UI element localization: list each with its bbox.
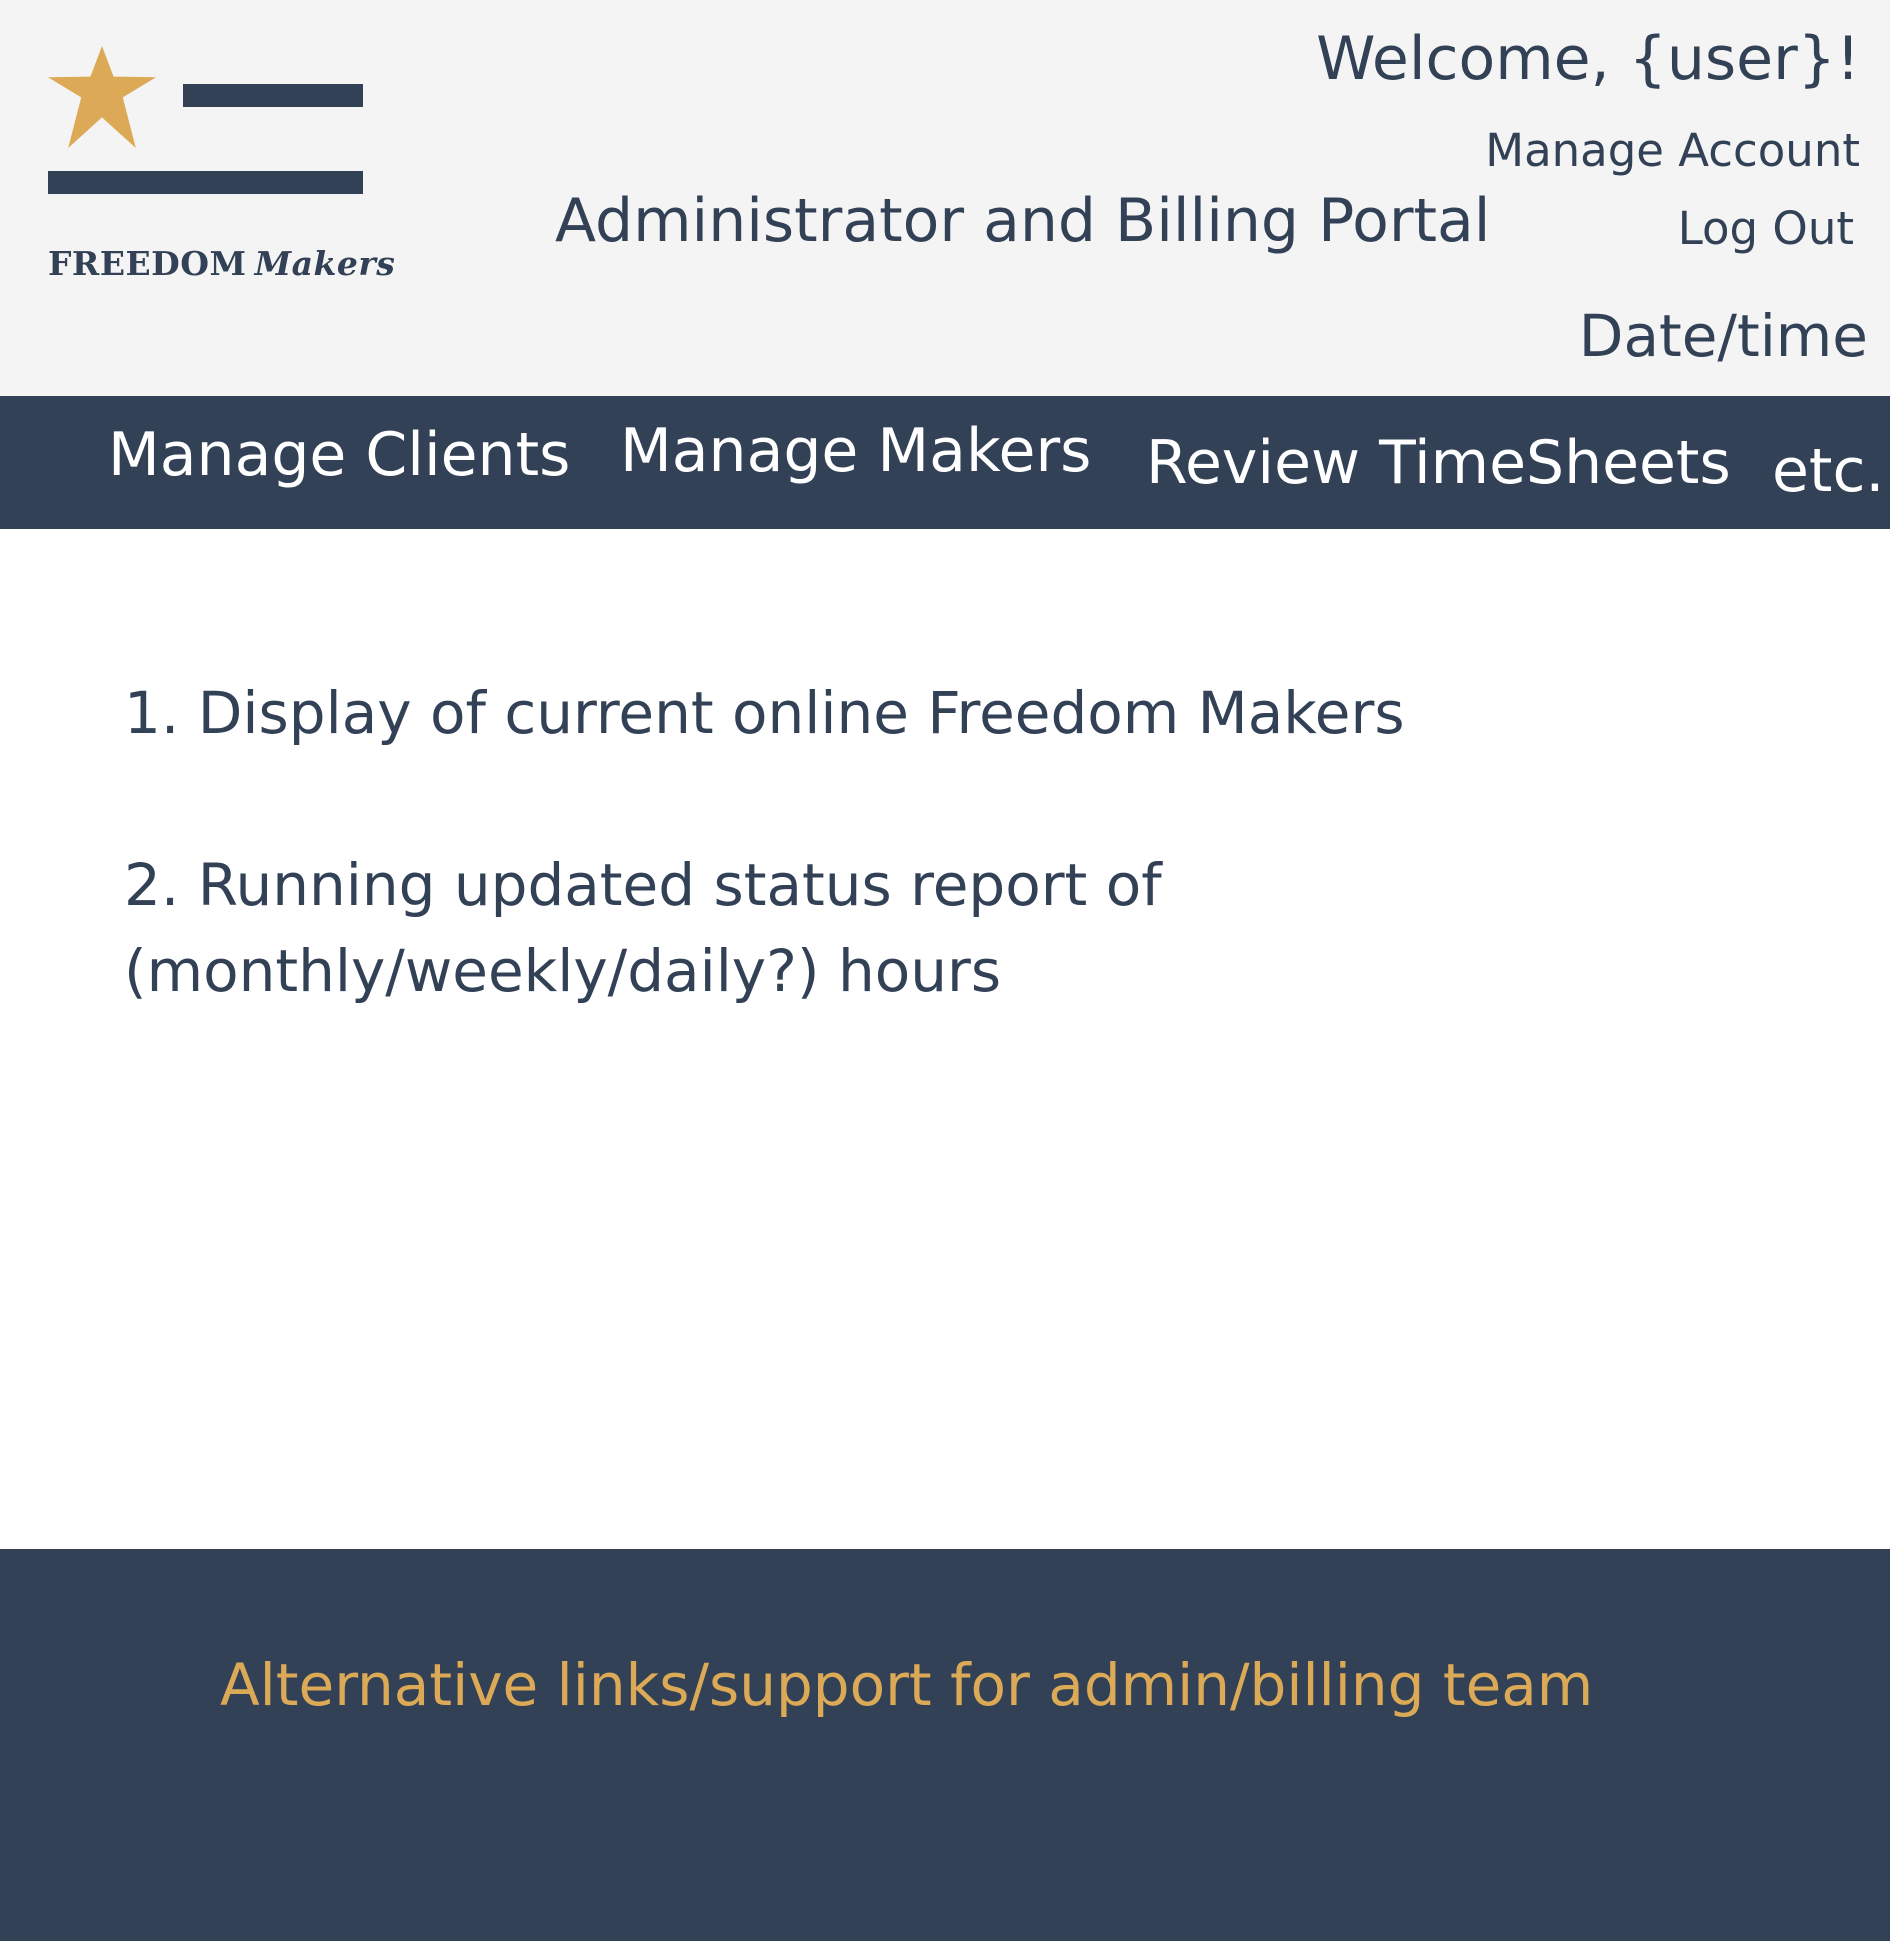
footer: Alternative links/support for admin/bill… [0,1549,1890,1941]
datetime-display: Date/time [1578,302,1868,370]
star-flag-logo-icon [48,46,363,194]
portal-page: FREEDOM Makers Administrator and Billing … [0,0,1890,1941]
nav-item-manage-clients[interactable]: Manage Clients [108,420,570,490]
manage-account-link[interactable]: Manage Account [1485,124,1860,177]
welcome-message: Welcome, {user}! [1316,24,1860,94]
page-title: Administrator and Billing Portal [555,186,1491,256]
brand-name-main: FREEDOM [48,244,247,283]
star-icon [48,46,156,148]
main-content: 1. Display of current online Freedom Mak… [124,670,1724,1100]
nav-item-etc[interactable]: etc. [1772,436,1885,506]
status-report-placeholder: 2. Running updated status report of (mon… [124,851,1162,1005]
flag-stripe-bottom [48,171,363,194]
online-makers-placeholder: 1. Display of current online Freedom Mak… [124,679,1405,747]
flag-stripe-top [183,84,363,107]
brand-name: FREEDOM Makers [48,244,395,283]
header: FREEDOM Makers Administrator and Billing … [0,0,1890,396]
footer-support-links[interactable]: Alternative links/support for admin/bill… [220,1651,1593,1719]
logo[interactable]: FREEDOM Makers [46,44,395,294]
nav-item-review-timesheets[interactable]: Review TimeSheets [1146,428,1731,498]
nav-item-manage-makers[interactable]: Manage Makers [620,416,1091,486]
brand-name-accent: Makers [254,244,396,283]
logout-link[interactable]: Log Out [1678,202,1854,255]
main-nav: Manage Clients Manage Makers Review Time… [0,396,1890,529]
